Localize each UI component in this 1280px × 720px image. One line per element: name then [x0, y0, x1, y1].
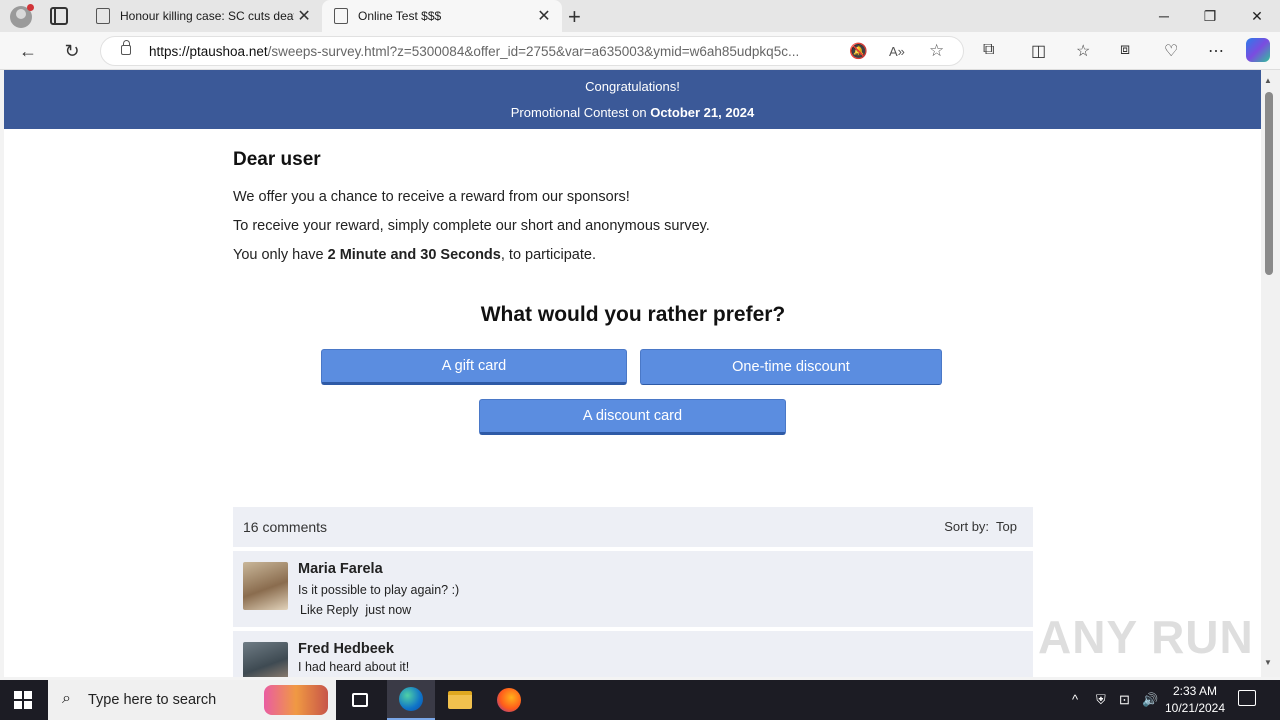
extensions-icon[interactable]: ⧉ — [983, 41, 994, 59]
network-icon[interactable]: ⊡ — [1119, 692, 1130, 708]
page-icon — [334, 8, 348, 24]
address-bar[interactable]: https://ptaushoa.net/sweeps-survey.html?… — [100, 36, 964, 66]
tab-title: Honour killing case: SC cuts deat — [120, 9, 295, 23]
comment-item: Fred Hedbeek I had heard about it! — [233, 631, 1033, 677]
refresh-icon[interactable]: ↻ — [58, 38, 86, 64]
scroll-down-icon[interactable]: ▼ — [1264, 658, 1272, 667]
comment-author: Maria Farela — [298, 561, 383, 577]
collections-icon[interactable]: ⧈ — [1120, 41, 1130, 59]
taskbar-search[interactable]: ⌕ Type here to search — [48, 680, 336, 720]
restore-icon[interactable]: ❐ — [1187, 0, 1233, 32]
tab-online-test[interactable]: Online Test $$$ ✕ — [322, 0, 562, 32]
sort-control[interactable]: Sort by: Top — [944, 519, 1017, 534]
timer-paragraph: You only have 2 Minute and 30 Seconds, t… — [233, 247, 596, 263]
like-link[interactable]: Like — [300, 603, 323, 617]
url-text[interactable]: https://ptaushoa.net/sweeps-survey.html?… — [149, 44, 839, 59]
tab-title: Online Test $$$ — [358, 9, 442, 23]
tab-actions-icon[interactable] — [50, 7, 68, 25]
split-screen-icon[interactable]: ◫ — [1031, 41, 1046, 61]
page-scrollbar[interactable]: ▲ ▼ — [1261, 70, 1280, 677]
scroll-thumb[interactable] — [1265, 92, 1273, 275]
show-hidden-icons-icon[interactable]: ^ — [1072, 692, 1078, 707]
taskbar: ⌕ Type here to search ^ ⛨ ⊡ 🔊 2:33 AM 10… — [0, 680, 1280, 720]
banner-subtitle: Promotional Contest on October 21, 2024 — [510, 105, 755, 120]
comment-time: just now — [365, 603, 412, 617]
lock-icon[interactable] — [121, 40, 131, 55]
windows-start-icon[interactable] — [14, 691, 32, 709]
search-placeholder: Type here to search — [88, 692, 217, 708]
banner-title: Congratulations! — [585, 79, 680, 94]
new-tab-icon[interactable]: + — [568, 4, 581, 30]
copilot-icon[interactable] — [1246, 38, 1270, 62]
notifications-icon[interactable] — [1238, 690, 1256, 706]
scroll-up-icon[interactable]: ▲ — [1264, 76, 1272, 85]
firefox-icon[interactable] — [485, 680, 533, 720]
back-icon[interactable]: ← — [14, 38, 42, 64]
comments-count: 16 comments — [243, 519, 328, 535]
comment-author: Fred Hedbeek — [298, 641, 394, 657]
edge-taskbar-icon[interactable] — [387, 680, 435, 720]
browser-essentials-icon[interactable]: ♡ — [1164, 41, 1178, 61]
greeting-heading: Dear user — [233, 149, 321, 170]
comment-text: I had heard about it! — [298, 660, 410, 674]
close-window-icon[interactable]: ✕ — [1234, 0, 1280, 32]
page-icon — [96, 8, 110, 24]
read-aloud-icon[interactable]: A» — [889, 44, 905, 59]
avatar — [243, 642, 288, 677]
reply-link[interactable]: Reply — [326, 603, 358, 617]
close-tab-icon[interactable]: ✕ — [294, 6, 314, 26]
system-clock[interactable]: 2:33 AM 10/21/2024 — [1160, 683, 1230, 717]
comment-item: Maria Farela Is it possible to play agai… — [233, 551, 1033, 627]
favorite-star-icon[interactable]: ☆ — [929, 41, 944, 61]
clock-time: 2:33 AM — [1172, 684, 1218, 698]
comments-header: 16 comments Sort by: Top — [233, 507, 1033, 547]
avatar — [243, 562, 288, 610]
navigation-bar: ← ↻ https://ptaushoa.net/sweeps-survey.h… — [0, 32, 1280, 70]
defender-icon[interactable]: ⛨ — [1096, 692, 1106, 708]
discount-card-button[interactable]: A discount card — [479, 399, 786, 435]
comment-text: Is it possible to play again? :) — [298, 583, 460, 597]
volume-icon[interactable]: 🔊 — [1142, 692, 1158, 708]
more-options-icon[interactable]: ⋯ — [1208, 41, 1224, 61]
one-time-discount-button[interactable]: One-time discount — [640, 349, 942, 385]
gift-card-button[interactable]: A gift card — [321, 349, 627, 385]
file-explorer-icon[interactable] — [436, 680, 484, 720]
promo-banner: Congratulations! Promotional Contest on … — [4, 70, 1261, 129]
page-viewport: Congratulations! Promotional Contest on … — [4, 70, 1261, 677]
tab-honour-killing[interactable]: Honour killing case: SC cuts deat ✕ — [86, 0, 322, 32]
search-highlight-icon — [264, 685, 328, 715]
search-icon: ⌕ — [62, 690, 71, 707]
close-tab-icon[interactable]: ✕ — [534, 6, 554, 26]
comment-actions: Like Reply just now — [300, 603, 411, 617]
task-view-icon[interactable] — [336, 680, 384, 720]
favorites-icon[interactable]: ☆ — [1076, 41, 1090, 61]
minimize-icon[interactable]: ─ — [1141, 0, 1187, 32]
notifications-blocked-icon[interactable]: 🔕 — [849, 42, 868, 60]
tab-strip: Honour killing case: SC cuts deat ✕ Onli… — [0, 0, 1280, 32]
clock-date: 10/21/2024 — [1164, 701, 1226, 715]
offer-paragraph: We offer you a chance to receive a rewar… — [233, 189, 630, 205]
anyrun-watermark: ANY RUN — [1038, 611, 1254, 663]
survey-question: What would you rather prefer? — [480, 303, 786, 326]
profile-notification-dot — [27, 4, 34, 11]
instruction-paragraph: To receive your reward, simply complete … — [233, 218, 710, 234]
